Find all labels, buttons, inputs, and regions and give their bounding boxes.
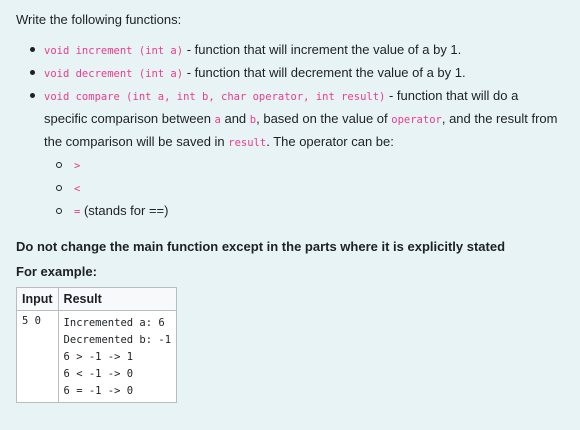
note-text: Do not change the main function except i… <box>16 239 506 254</box>
result-line: 6 < -1 -> 0 <box>63 368 134 380</box>
code-result: result <box>228 137 267 149</box>
code-operator: operator <box>391 114 442 126</box>
result-line: 6 = -1 -> 0 <box>63 385 134 397</box>
input-cell: 5 0 <box>16 310 59 403</box>
desc-increment: - function that will increment the value… <box>183 42 462 57</box>
operator-item: = (stands for ==) <box>56 200 564 223</box>
function-list: void increment (int a) - function that w… <box>16 39 564 223</box>
desc-compare-5: . The operator can be: <box>266 134 394 149</box>
result-line: Decremented b: -1 <box>63 334 172 346</box>
table-row: 5 0 Incremented a: 6 Decremented b: -1 6… <box>16 310 178 403</box>
operator-lt: < <box>74 183 81 195</box>
result-line: Incremented a: 6 <box>63 317 165 329</box>
operator-gt: > <box>74 160 81 172</box>
operator-eq-desc: (stands for ==) <box>80 203 169 218</box>
code-increment: void increment (int a) <box>44 45 184 57</box>
table-header-row: Input Result <box>16 287 178 311</box>
list-item-decrement: void decrement (int a) - function that w… <box>30 62 564 85</box>
code-compare: void compare (int a, int b, char operato… <box>44 91 386 103</box>
example-table: Input Result 5 0 Incremented a: 6 Decrem… <box>16 287 178 403</box>
desc-compare-2: and <box>220 111 250 126</box>
code-decrement: void decrement (int a) <box>44 68 184 80</box>
input-value: 5 0 <box>22 315 41 327</box>
header-result: Result <box>57 287 178 311</box>
operator-item: > <box>56 154 564 177</box>
example-label: For example: <box>16 264 97 279</box>
operator-list: > < = (stands for ==) <box>44 154 564 223</box>
result-cell: Incremented a: 6 Decremented b: -1 6 > -… <box>57 310 178 403</box>
intro-text: Write the following functions: <box>16 12 182 27</box>
desc-compare-3: , based on the value of <box>256 111 392 126</box>
problem-statement: Write the following functions: void incr… <box>0 0 580 403</box>
list-item-increment: void increment (int a) - function that w… <box>30 39 564 62</box>
header-input: Input <box>16 287 59 311</box>
list-item-compare: void compare (int a, int b, char operato… <box>30 85 564 223</box>
operator-item: < <box>56 177 564 200</box>
desc-decrement: - function that will decrement the value… <box>183 65 466 80</box>
result-line: 6 > -1 -> 1 <box>63 351 134 363</box>
